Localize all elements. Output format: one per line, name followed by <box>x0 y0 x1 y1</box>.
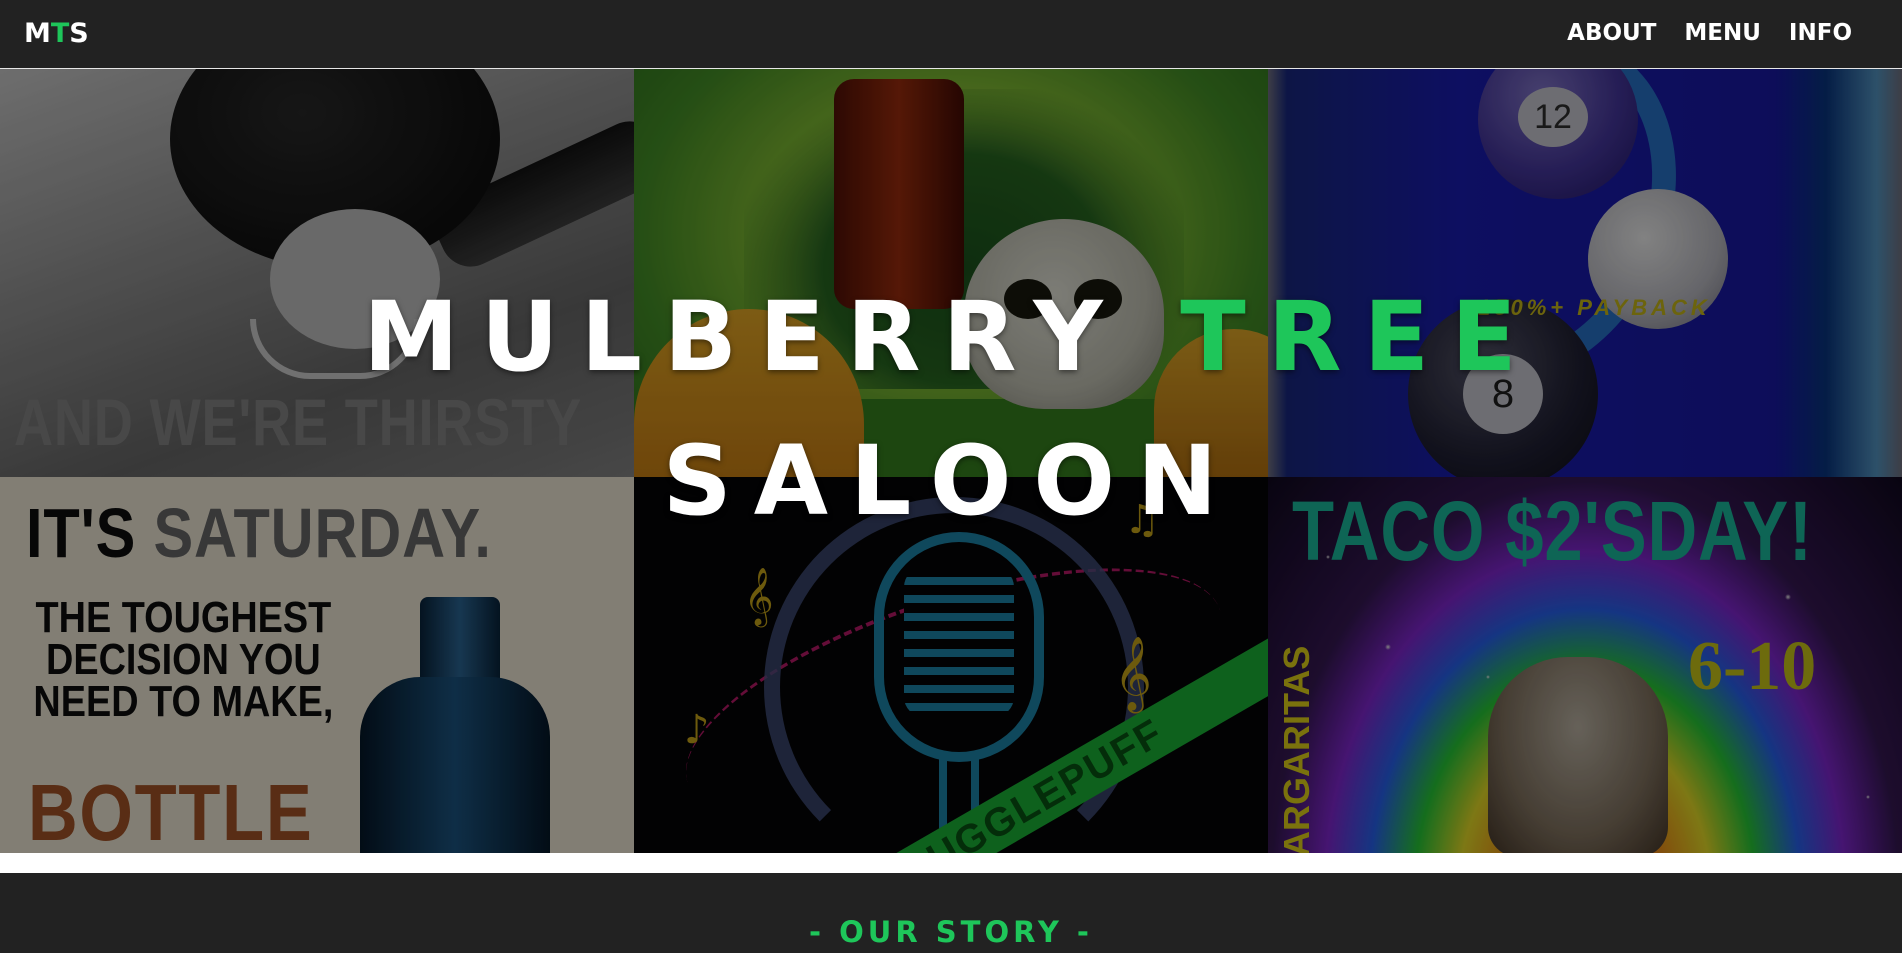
navbar: MTS ABOUT MENU INFO <box>0 0 1902 69</box>
section-divider <box>0 853 1902 873</box>
nav-link-menu[interactable]: MENU <box>1684 20 1761 46</box>
hero-title-line-1: MULBERRY TREE <box>0 265 1902 409</box>
story-heading: - OUR STORY - <box>809 915 1093 949</box>
brand-letter-m: M <box>24 18 51 49</box>
hero-title-word-saloon: SALOON <box>662 425 1240 537</box>
hero-section: AND WE'RE THIRSTY 12 8 150%+ PAYBACK IT'… <box>0 69 1902 853</box>
hero-title-word-mulberry: MULBERRY <box>363 281 1125 393</box>
hero-title-word-tree: TREE <box>1180 281 1539 393</box>
brand-logo[interactable]: MTS <box>24 18 89 49</box>
hero-title: MULBERRY TREE SALOON <box>0 265 1902 553</box>
nav-link-info[interactable]: INFO <box>1789 20 1852 46</box>
story-section: - OUR STORY - <box>0 873 1902 953</box>
brand-letter-t: T <box>50 18 70 49</box>
brand-letter-s: S <box>69 18 89 49</box>
nav-link-about[interactable]: ABOUT <box>1567 20 1656 46</box>
nav-links: ABOUT MENU INFO <box>1567 20 1852 46</box>
